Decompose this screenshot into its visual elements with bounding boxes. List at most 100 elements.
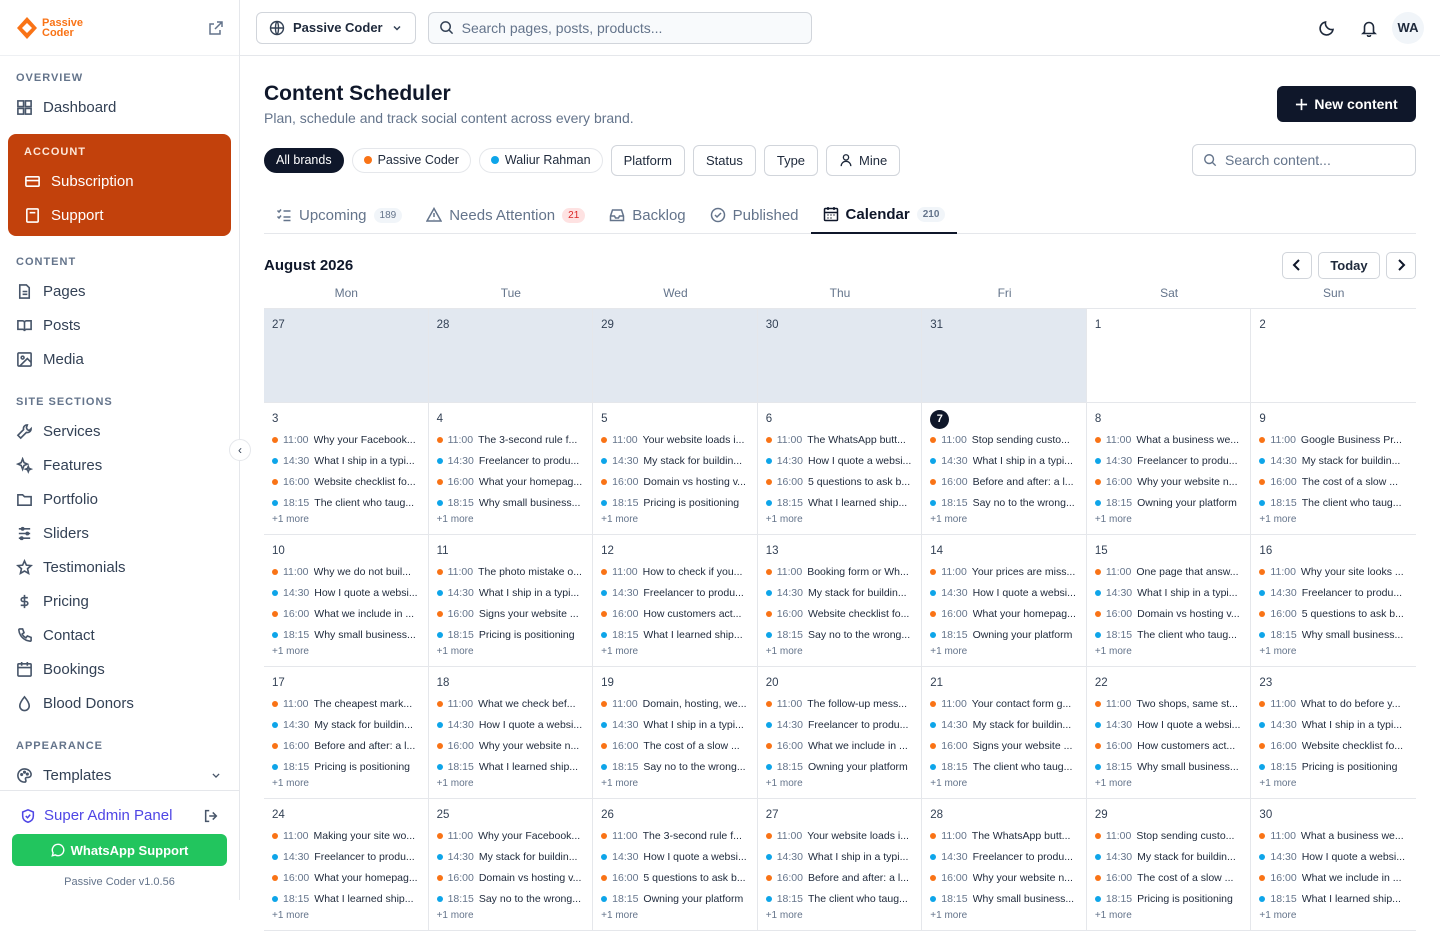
scheduled-post[interactable]: 16:00 Before and after: a l... [930,471,1080,492]
more-posts-link[interactable]: +1 more [437,646,587,657]
scheduled-post[interactable]: 18:15 Say no to the wrong... [765,624,916,645]
sidebar-item-pricing[interactable]: Pricing [0,584,239,618]
calendar-day-cell[interactable]: 24 11:00 Making your site wo... 14:30 Freela… [264,799,429,931]
more-posts-link[interactable]: +1 more [437,910,587,921]
calendar-day-cell[interactable]: 17 11:00 The cheapest mark... 14:30 My stack… [264,667,429,799]
sidebar-item-sliders[interactable]: Sliders [0,516,239,550]
content-search-input[interactable]: Search content... [1192,144,1416,176]
scheduled-post[interactable]: 11:00 The cheapest mark... [272,693,422,714]
scheduled-post[interactable]: 16:00 5 questions to ask b... [601,867,751,888]
more-posts-link[interactable]: +1 more [437,778,587,789]
scheduled-post[interactable]: 16:00 Why your website n... [1094,471,1245,492]
external-link-icon[interactable] [209,20,223,35]
more-posts-link[interactable]: +1 more [1095,514,1245,525]
scheduled-post[interactable]: 14:30 Freelancer to produ... [765,714,916,735]
scheduled-post[interactable]: 16:00 Why your website n... [436,735,587,756]
scheduled-post[interactable]: 14:30 How I quote a websi... [272,582,422,603]
sidebar-item-posts[interactable]: Posts [0,308,239,342]
sidebar-item-dashboard[interactable]: Dashboard [0,90,239,124]
scheduled-post[interactable]: 16:00 What we include in ... [1259,867,1410,888]
scheduled-post[interactable]: 18:15 Why small business... [1259,624,1410,645]
scheduled-post[interactable]: 18:15 The client who taug... [930,756,1080,777]
more-posts-link[interactable]: +1 more [1259,646,1410,657]
more-posts-link[interactable]: +1 more [766,514,916,525]
calendar-day-cell[interactable]: 19 11:00 Domain, hosting, we... 14:30 What I… [593,667,758,799]
scheduled-post[interactable]: 16:00 Why your website n... [930,867,1080,888]
scheduled-post[interactable]: 18:15 Why small business... [272,624,422,645]
calendar-day-cell[interactable]: 11 11:00 The photo mistake o... 14:30 What I… [428,535,594,667]
moon-icon[interactable] [1318,19,1336,37]
calendar-day-cell[interactable]: 1 [1086,309,1252,403]
scheduled-post[interactable]: 14:30 Freelancer to produ... [1094,450,1245,471]
scheduled-post[interactable]: 16:00 Website checklist fo... [1259,735,1410,756]
next-month-button[interactable] [1386,251,1416,279]
brand-selector[interactable]: Passive Coder [256,11,416,44]
scheduled-post[interactable]: 18:15 Say no to the wrong... [601,756,751,777]
calendar-day-cell[interactable]: 2 [1251,309,1416,403]
more-posts-link[interactable]: +1 more [601,778,751,789]
tab-needs-attention[interactable]: Needs Attention 21 [414,196,597,234]
calendar-day-cell[interactable]: 29 [593,309,758,403]
more-posts-link[interactable]: +1 more [601,514,751,525]
scheduled-post[interactable]: 18:15 Why small business... [1094,756,1245,777]
more-posts-link[interactable]: +1 more [766,910,916,921]
avatar[interactable]: WA [1392,11,1424,44]
sidebar-item-services[interactable]: Services [0,414,239,448]
more-posts-link[interactable]: +1 more [272,514,422,525]
scheduled-post[interactable]: 14:30 How I quote a websi... [930,582,1080,603]
calendar-day-cell[interactable]: 30 [757,309,923,403]
scheduled-post[interactable]: 14:30 How I quote a websi... [1094,714,1245,735]
scheduled-post[interactable]: 14:30 Freelancer to produ... [601,582,751,603]
scheduled-post[interactable]: 16:00 5 questions to ask b... [765,471,916,492]
scheduled-post[interactable]: 16:00 What we include in ... [272,603,422,624]
scheduled-post[interactable]: 11:00 Two shops, same st... [1094,693,1245,714]
scheduled-post[interactable]: 16:00 The cost of a slow ... [1094,867,1245,888]
sidebar-item-bookings[interactable]: Bookings [0,652,239,686]
scheduled-post[interactable]: 18:15 What I learned ship... [765,492,916,513]
scheduled-post[interactable]: 11:00 The follow-up mess... [765,693,916,714]
scheduled-post[interactable]: 11:00 Domain, hosting, we... [601,693,751,714]
collapse-sidebar-button[interactable]: ‹ [229,439,251,461]
sidebar-item-support[interactable]: Support [8,198,231,232]
calendar-day-cell[interactable]: 28 11:00 The WhatsApp butt... 14:30 Freelanc… [922,799,1087,931]
scheduled-post[interactable]: 18:15 Pricing is positioning [436,624,587,645]
scheduled-post[interactable]: 11:00 The 3-second rule f... [601,825,751,846]
calendar-day-cell[interactable]: 26 11:00 The 3-second rule f... 14:30 How I … [593,799,758,931]
calendar-day-cell[interactable]: 13 11:00 Booking form or Wh... 14:30 My stac… [757,535,923,667]
scheduled-post[interactable]: 18:15 Say no to the wrong... [930,492,1080,513]
scheduled-post[interactable]: 18:15 Pricing is positioning [601,492,751,513]
more-posts-link[interactable]: +1 more [1095,646,1245,657]
scheduled-post[interactable]: 16:00 Before and after: a l... [765,867,916,888]
scheduled-post[interactable]: 18:15 What I learned ship... [272,888,422,909]
scheduled-post[interactable]: 11:00 What a business we... [1094,429,1245,450]
more-posts-link[interactable]: +1 more [601,910,751,921]
scheduled-post[interactable]: 14:30 What I ship in a typi... [765,846,916,867]
sidebar-item-pages[interactable]: Pages [0,274,239,308]
tab-calendar[interactable]: Calendar 210 [810,196,958,234]
scheduled-post[interactable]: 11:00 Google Business Pr... [1259,429,1410,450]
scheduled-post[interactable]: 16:00 How customers act... [1094,735,1245,756]
sidebar-item-media[interactable]: Media [0,342,239,376]
calendar-day-cell[interactable]: 8 11:00 What a business we... 14:30 Freelanc… [1086,403,1252,535]
whatsapp-support-button[interactable]: WhatsApp Support [12,834,227,866]
scheduled-post[interactable]: 16:00 5 questions to ask b... [1259,603,1410,624]
scheduled-post[interactable]: 14:30 My stack for buildin... [765,582,916,603]
calendar-day-cell[interactable]: 12 11:00 How to check if you... 14:30 Freela… [593,535,758,667]
scheduled-post[interactable]: 11:00 The WhatsApp butt... [765,429,916,450]
tab-upcoming[interactable]: Upcoming 189 [264,196,414,234]
status-filter-button[interactable]: Status [692,144,756,176]
calendar-day-cell[interactable]: 30 11:00 What a business we... 14:30 How I q… [1251,799,1416,931]
more-posts-link[interactable]: +1 more [766,778,916,789]
chip-passive-coder[interactable]: Passive Coder [351,147,471,173]
global-search-input[interactable]: Search pages, posts, products... [427,11,812,44]
calendar-day-cell[interactable]: 25 11:00 Why your Facebook... 14:30 My stack… [428,799,594,931]
scheduled-post[interactable]: 14:30 What I ship in a typi... [930,450,1080,471]
calendar-day-cell[interactable]: 27 11:00 Your website loads i... 14:30 What … [757,799,923,931]
calendar-day-cell[interactable]: 16 11:00 Why your site looks ... 14:30 Freel… [1251,535,1416,667]
scheduled-post[interactable]: 14:30 What I ship in a typi... [1094,582,1245,603]
scheduled-post[interactable]: 18:15 What I learned ship... [601,624,751,645]
more-posts-link[interactable]: +1 more [272,646,422,657]
more-posts-link[interactable]: +1 more [437,514,587,525]
scheduled-post[interactable]: 14:30 My stack for buildin... [436,846,587,867]
calendar-day-cell[interactable]: 29 11:00 Stop sending custo... 14:30 My stac… [1086,799,1252,931]
